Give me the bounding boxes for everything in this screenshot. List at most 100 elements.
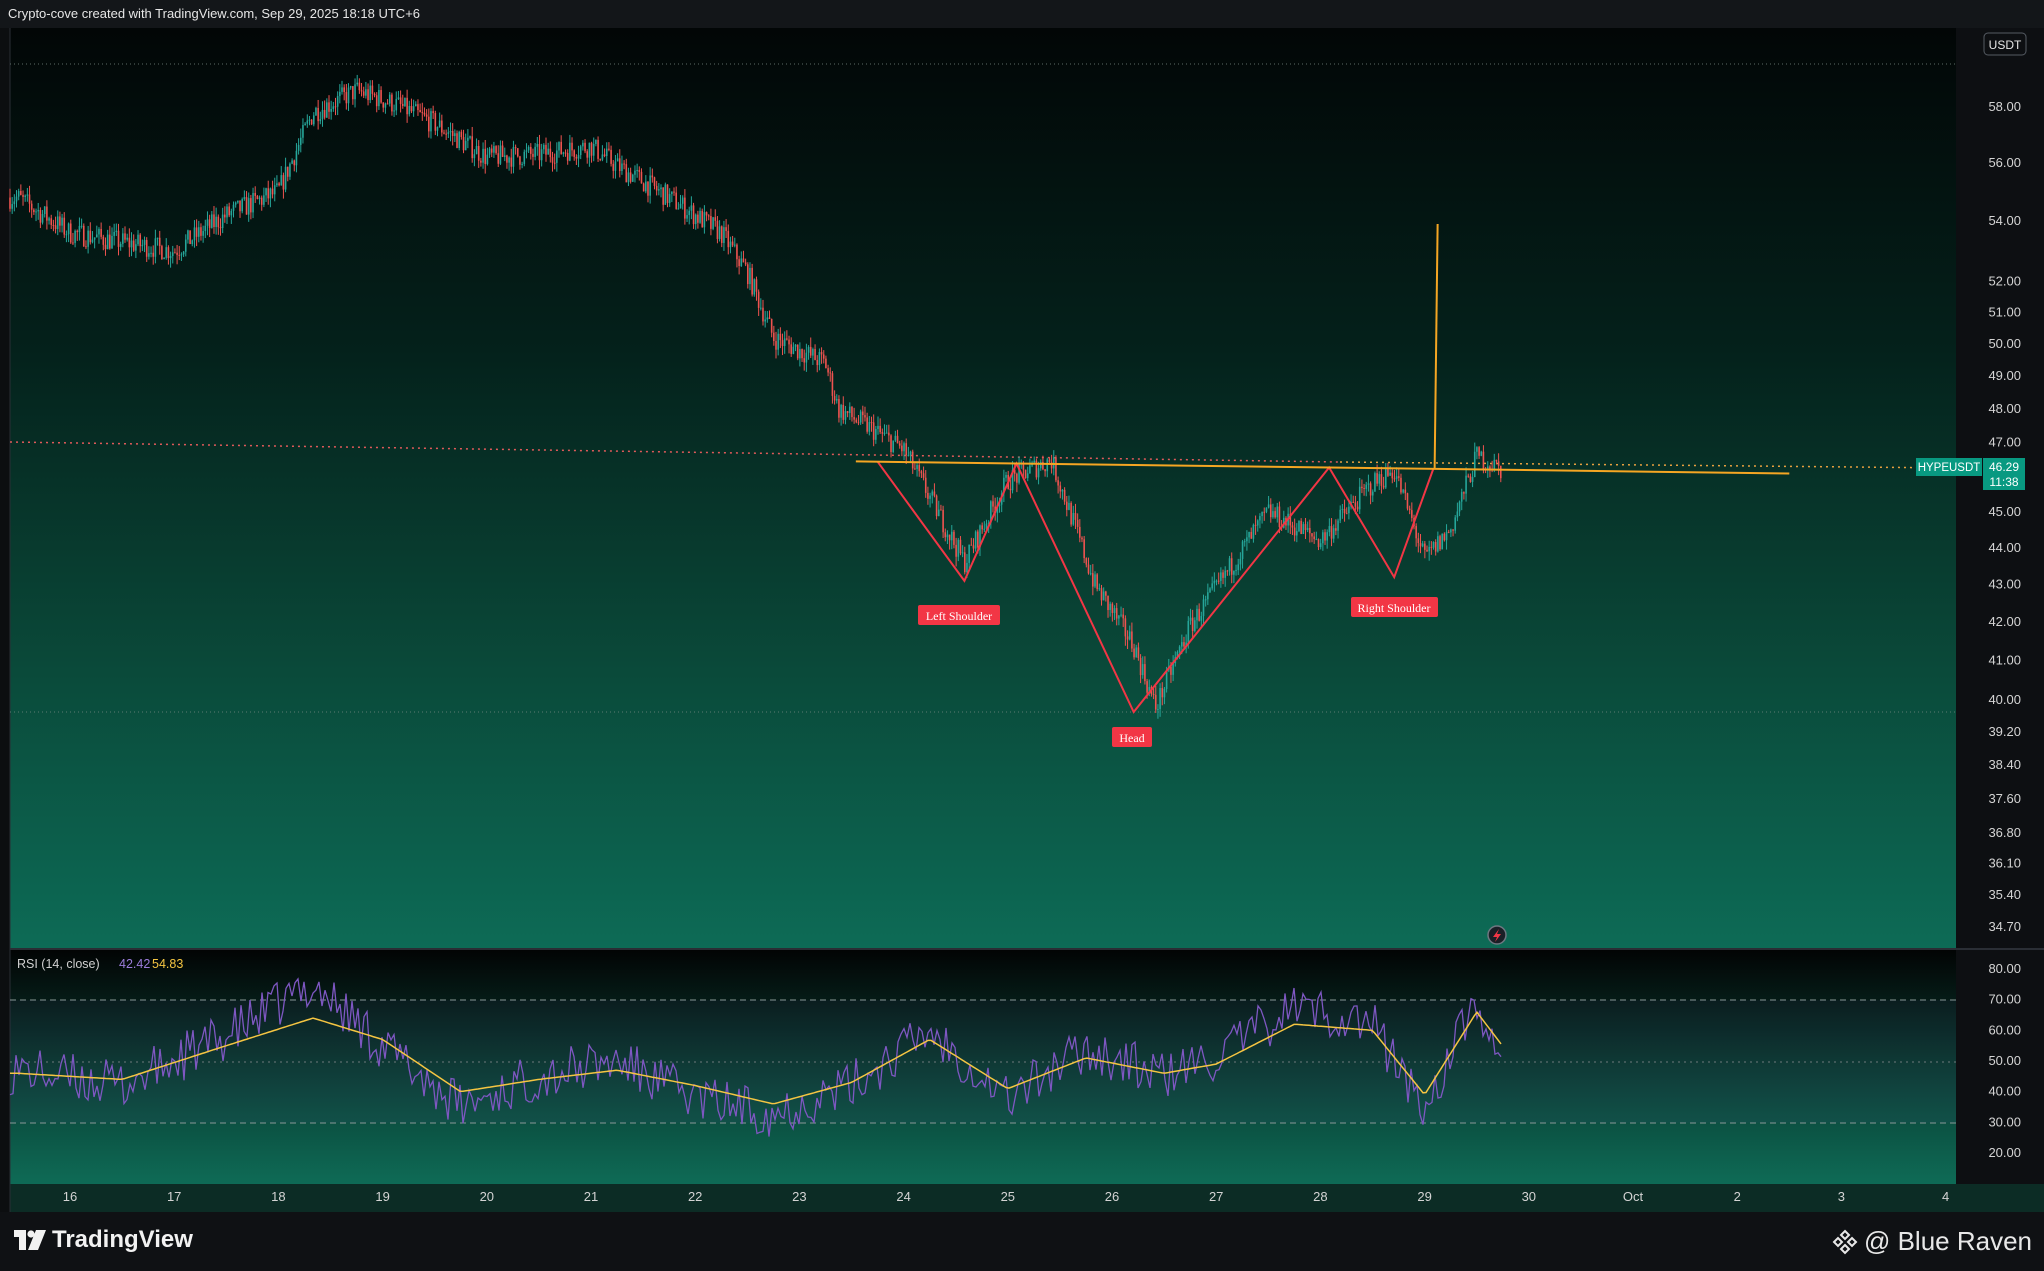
candle-body xyxy=(783,338,786,346)
candle-body xyxy=(291,160,293,164)
candle-body xyxy=(530,146,532,154)
candle-body xyxy=(1102,591,1105,601)
candle-body xyxy=(1087,564,1090,574)
candle-body xyxy=(467,137,469,141)
candle-body xyxy=(54,225,57,230)
candle-body xyxy=(684,197,686,219)
price-axis-tick: 50.00 xyxy=(1988,336,2021,351)
candle-body xyxy=(65,234,68,236)
candle-body xyxy=(432,111,434,114)
candle-body xyxy=(584,142,586,152)
candle-body xyxy=(716,220,719,239)
price-pane-bg xyxy=(10,28,1956,948)
price-axis-tick: 34.70 xyxy=(1988,919,2021,934)
candle-body xyxy=(703,212,706,228)
candle-body xyxy=(1024,469,1027,479)
candle-body xyxy=(408,106,411,115)
candle-body xyxy=(152,252,155,257)
candle-body xyxy=(959,539,962,554)
candle-body xyxy=(9,197,11,209)
candle-body xyxy=(1493,459,1496,471)
candle-body xyxy=(477,145,480,161)
chart-area[interactable]: 58.00 56.00 54.00 52.00 51.00 50.00 49.00 48.00… xyxy=(0,28,2044,1212)
candle-body xyxy=(540,149,543,161)
time-axis-tick: 3 xyxy=(1838,1189,1845,1204)
candle-body xyxy=(1447,531,1450,533)
candle-body xyxy=(13,201,16,205)
candle-body xyxy=(304,123,306,126)
candle-body xyxy=(48,218,50,221)
candle-body xyxy=(1315,539,1318,541)
candle-body xyxy=(1065,501,1068,510)
candle-body xyxy=(482,148,484,163)
candle-body xyxy=(135,244,137,251)
candle-body xyxy=(454,133,456,136)
candle-body xyxy=(451,131,454,136)
candle-body xyxy=(169,255,172,259)
tradingview-logo[interactable]: TradingView xyxy=(14,1226,193,1254)
candle-body xyxy=(857,422,860,424)
candle-body xyxy=(1339,509,1342,521)
candle-body xyxy=(645,181,647,192)
candle-body xyxy=(966,562,968,573)
price-axis-tick: 56.00 xyxy=(1988,155,2021,170)
candle-body xyxy=(141,244,144,247)
candle-body xyxy=(534,146,536,157)
candle-body xyxy=(1207,592,1209,600)
candle-body xyxy=(720,226,723,243)
candle-body xyxy=(488,148,491,155)
candle-body xyxy=(1382,485,1385,488)
candle-body xyxy=(961,552,964,554)
candle-body xyxy=(658,189,660,191)
tradingview-logo-icon xyxy=(14,1230,46,1250)
candle-body xyxy=(640,171,643,184)
price-axis-tick: 51.00 xyxy=(1988,304,2021,319)
candle-body xyxy=(868,422,871,432)
candle-body xyxy=(328,102,330,112)
candle-body xyxy=(174,252,176,254)
candle-body xyxy=(1421,543,1424,547)
candle-body xyxy=(1092,573,1094,587)
candle-body xyxy=(770,318,773,333)
candle-body xyxy=(592,143,595,156)
candle-body xyxy=(456,133,458,148)
candle-body xyxy=(26,194,29,196)
candle-body xyxy=(1191,617,1194,632)
candle-body xyxy=(226,206,228,218)
price-axis-tick: 44.00 xyxy=(1988,540,2021,555)
candle-body xyxy=(773,332,775,342)
rsi-legend-name[interactable]: RSI (14, close) xyxy=(17,957,100,971)
candle-body xyxy=(89,230,92,243)
candle-body xyxy=(560,141,562,154)
candle-body xyxy=(371,85,374,94)
candle-body xyxy=(751,267,753,295)
candle-body xyxy=(197,227,200,237)
candle-body xyxy=(1298,520,1300,532)
candle-body xyxy=(838,398,840,418)
candle-body xyxy=(801,349,803,359)
candle-body xyxy=(1495,459,1498,462)
candle-body xyxy=(1439,536,1441,550)
candle-body xyxy=(39,209,42,223)
candle-body xyxy=(1113,608,1116,613)
candle-body xyxy=(1267,504,1270,508)
candle-body xyxy=(890,435,892,453)
candle-body xyxy=(903,443,905,452)
candle-body xyxy=(115,230,118,232)
candle-body xyxy=(486,154,489,164)
candle-body xyxy=(601,154,604,160)
candle-body xyxy=(1141,664,1144,676)
candle-body xyxy=(933,491,936,496)
candle-body xyxy=(907,454,910,456)
candle-body xyxy=(61,217,63,226)
candle-body xyxy=(942,509,944,533)
candle-body xyxy=(1337,520,1339,531)
candle-body xyxy=(877,425,879,429)
candle-body xyxy=(677,208,680,210)
candle-body xyxy=(130,240,133,248)
candle-body xyxy=(360,90,363,92)
candle-body xyxy=(968,544,970,563)
candle-body xyxy=(556,150,558,163)
candle-body xyxy=(1183,642,1185,647)
candle-body xyxy=(1432,541,1435,548)
